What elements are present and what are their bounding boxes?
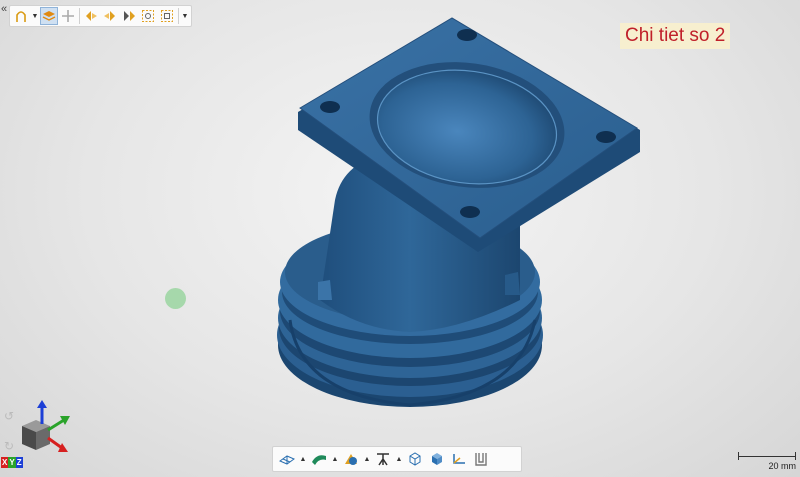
scale-bar-tick [738, 452, 739, 460]
chevron-down-icon[interactable]: ▲ [363, 450, 371, 468]
chevron-down-icon[interactable]: ▲ [299, 450, 307, 468]
chevron-down-icon[interactable]: ▲ [331, 450, 339, 468]
toolbar-separator [178, 8, 179, 24]
chevron-down-icon[interactable]: ▼ [31, 7, 39, 25]
measure-icon[interactable] [373, 449, 393, 469]
mesh-display-icon[interactable] [277, 449, 297, 469]
section-icon[interactable] [471, 449, 491, 469]
selection-mode-icon[interactable] [12, 7, 30, 25]
toolbar-separator [79, 8, 80, 24]
orient-right-icon[interactable] [101, 7, 119, 25]
3d-viewport[interactable]: « ▼ ▼ Chi tiet so 2 ↺ ↻ X Y Z ▲ ▲ ▲ ▲ 20… [0, 0, 800, 477]
zoom-fit-icon[interactable] [158, 7, 176, 25]
coordinate-icon[interactable] [449, 449, 469, 469]
wireframe-cube-icon[interactable] [405, 449, 425, 469]
scale-bar-label: 20 mm [768, 461, 796, 471]
scale-bar-line [738, 456, 796, 457]
orient-flip-icon[interactable] [120, 7, 138, 25]
bottom-toolbar: ▲ ▲ ▲ ▲ [272, 446, 522, 472]
axis-z-label: Z [15, 457, 23, 468]
chevron-down-icon[interactable]: ▼ [181, 7, 189, 25]
svg-text:↻: ↻ [4, 439, 14, 453]
scale-bar: 20 mm [738, 452, 796, 472]
layers-icon[interactable] [40, 7, 58, 25]
rotation-pivot-indicator [165, 288, 186, 309]
3d-part-model[interactable] [0, 0, 800, 477]
surface-color-icon[interactable] [309, 449, 329, 469]
scale-bar-tick [795, 452, 796, 460]
render-mode-icon[interactable] [341, 449, 361, 469]
top-toolbar: ▼ ▼ [9, 5, 192, 27]
svg-text:↺: ↺ [4, 409, 14, 423]
chevron-down-icon[interactable]: ▲ [395, 450, 403, 468]
shaded-cube-icon[interactable] [427, 449, 447, 469]
orient-left-icon[interactable] [82, 7, 100, 25]
collapse-toolbar-button[interactable]: « [1, 3, 7, 15]
axis-x-label: X [1, 457, 9, 468]
zoom-box-icon[interactable] [139, 7, 157, 25]
viewport-title-label: Chi tiet so 2 [620, 23, 731, 49]
move-icon[interactable] [59, 7, 77, 25]
axis-y-label: Y [8, 457, 16, 468]
axis-label-strip: X Y Z [1, 457, 23, 468]
